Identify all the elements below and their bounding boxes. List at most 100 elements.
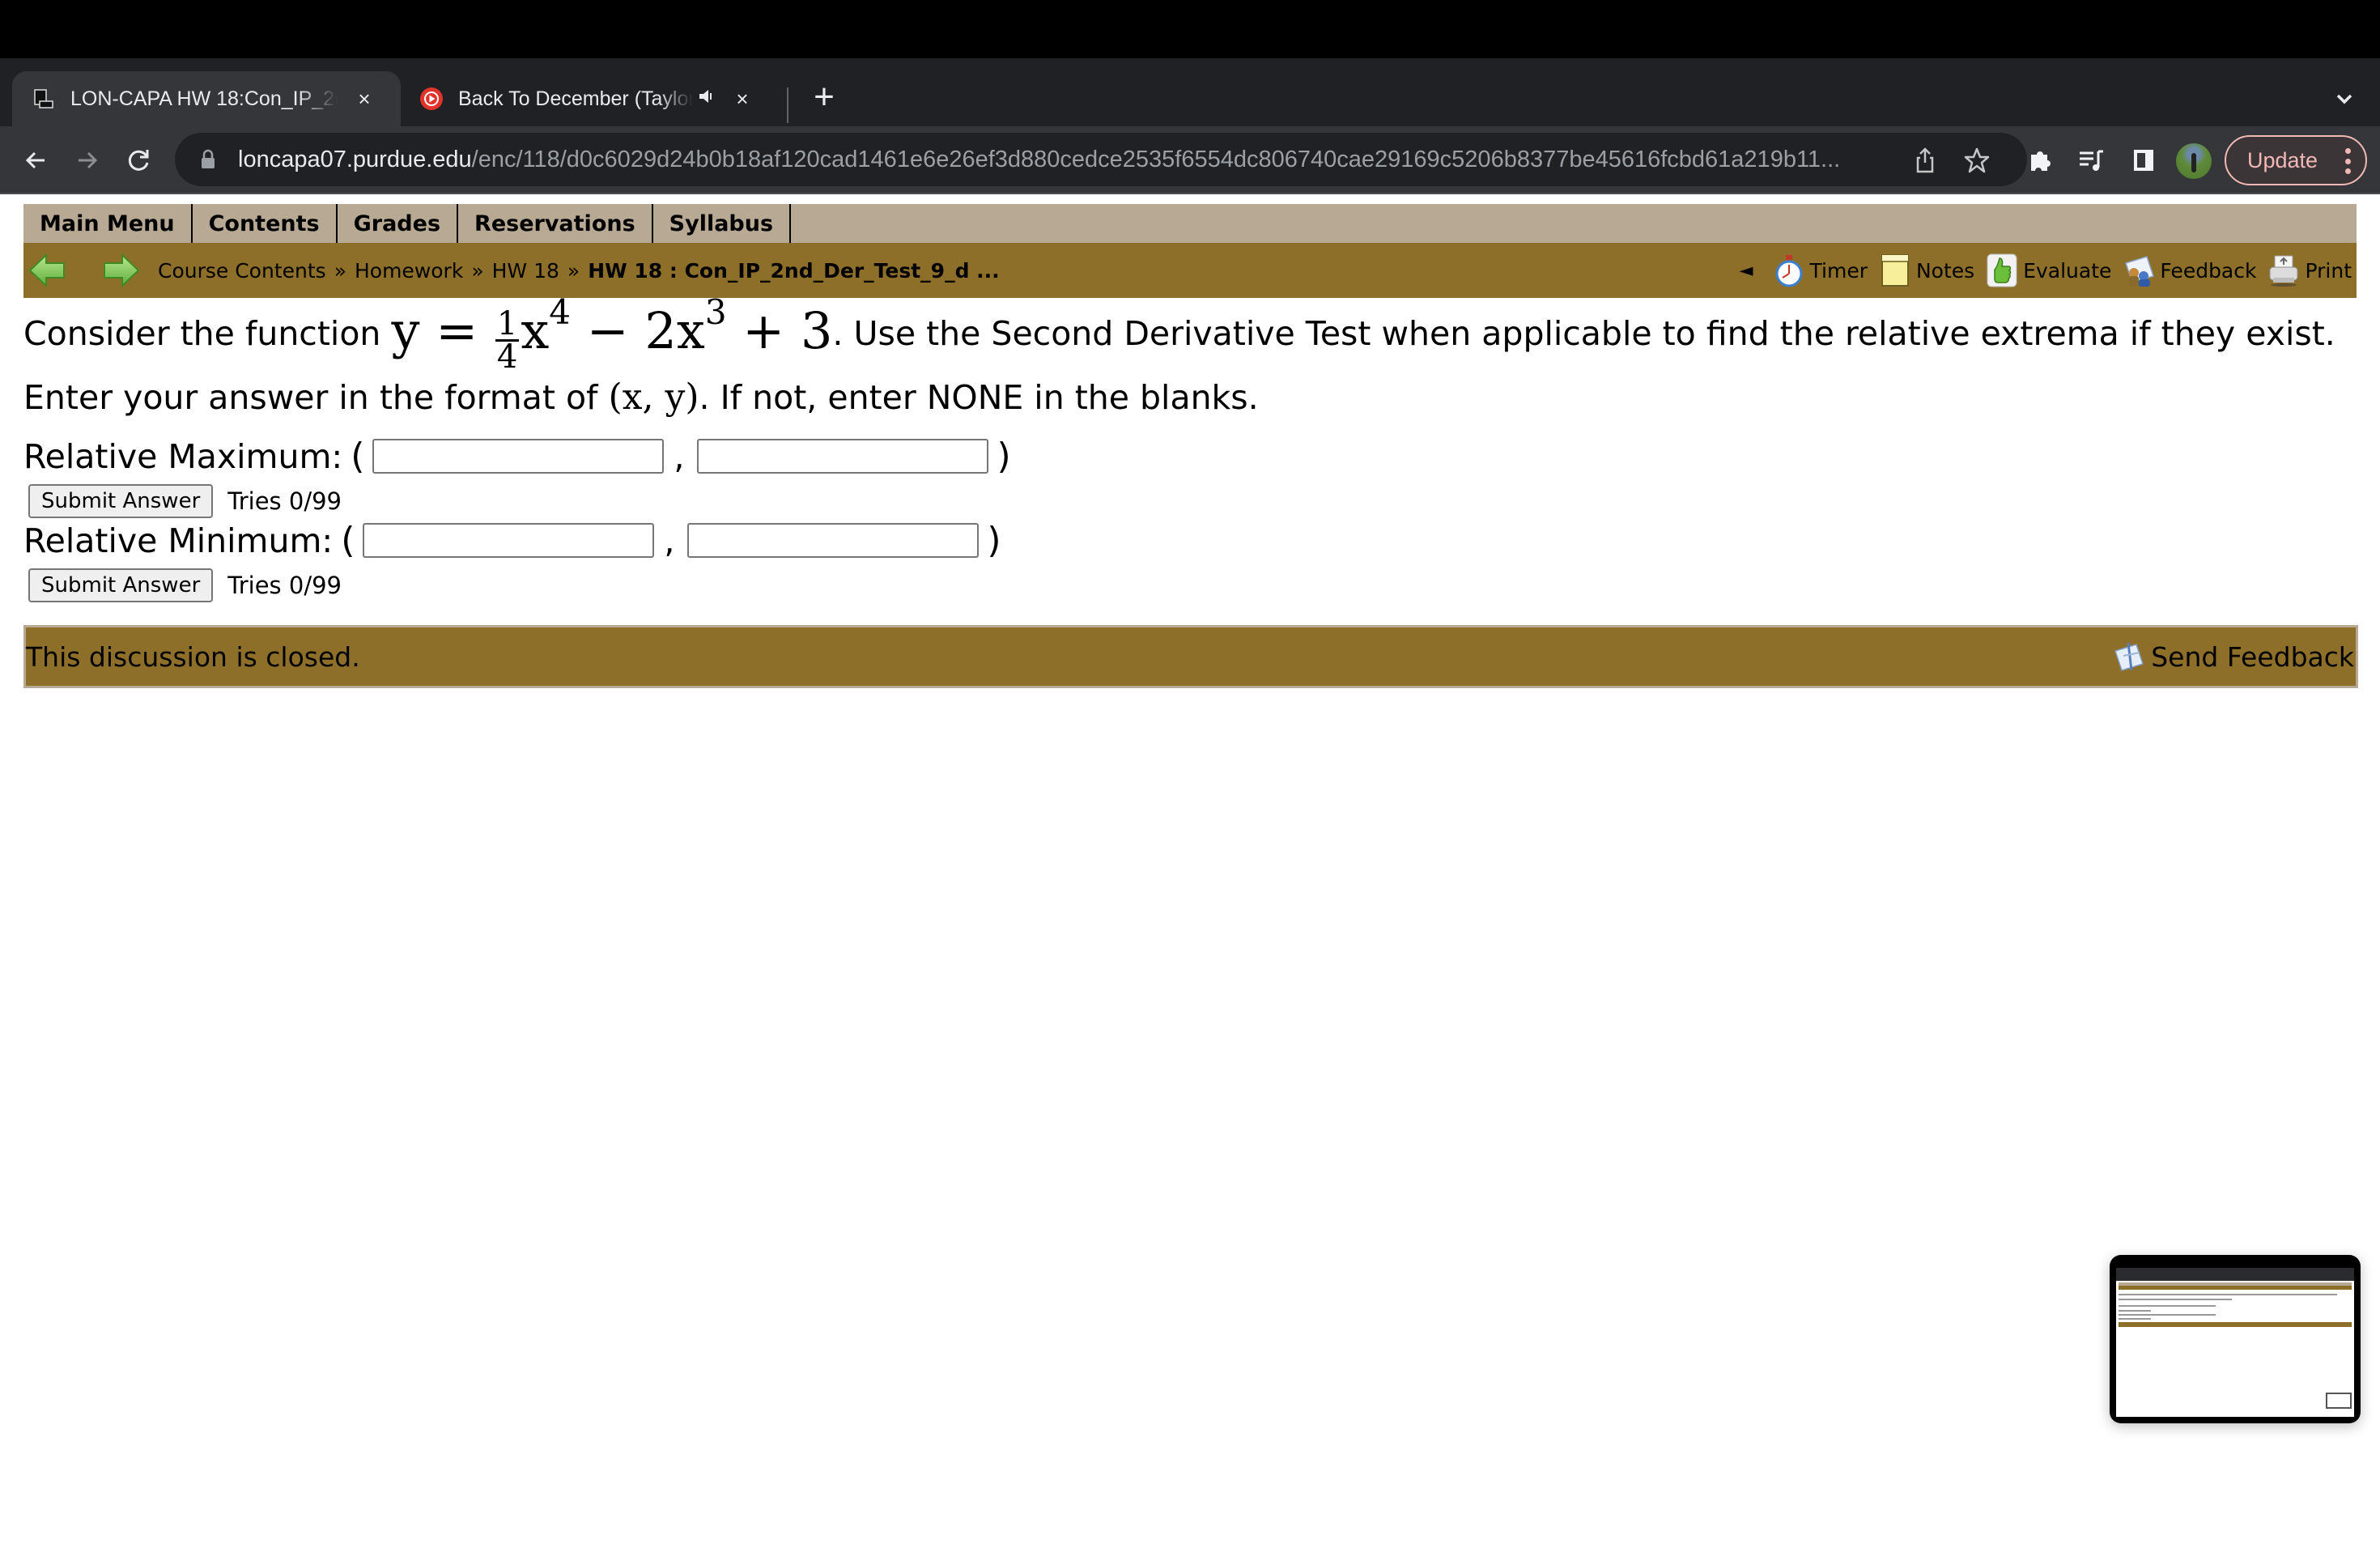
loncapa-icon (32, 87, 56, 111)
tries-count-min: Tries 0/99 (227, 572, 342, 599)
back-button[interactable] (16, 141, 55, 180)
media-controls-icon[interactable] (2074, 141, 2110, 180)
update-button[interactable]: Update (2225, 135, 2367, 185)
send-feedback-link[interactable]: Send Feedback (2112, 640, 2356, 674)
relative-minimum-y-input[interactable] (687, 523, 980, 558)
comma: , (664, 521, 675, 560)
math-exponent: 3 (704, 292, 727, 332)
thumbnail-preview (2116, 1261, 2354, 1417)
screenshot-thumbnail[interactable] (2110, 1255, 2361, 1423)
menu-reservations[interactable]: Reservations (458, 204, 653, 243)
math-equals: = (436, 301, 478, 360)
format-math: (x, y) (608, 376, 699, 418)
more-menu-icon[interactable] (2344, 148, 2351, 174)
url-host: loncapa07.purdue.edu (238, 146, 472, 172)
tab-youtube-music[interactable]: Back To December (Taylor's Version) × (405, 71, 785, 126)
open-paren: ( (351, 436, 365, 477)
thumb-text-line (2119, 1310, 2151, 1312)
tab-separator (787, 87, 788, 123)
extensions-puzzle-icon[interactable] (2022, 141, 2058, 180)
fraction-numerator: 1 (495, 305, 520, 342)
evaluate-link[interactable]: Evaluate (1986, 253, 2111, 288)
bookmark-star-icon[interactable] (1962, 146, 1991, 175)
timer-icon (1773, 253, 1805, 288)
notes-link[interactable]: Notes (1879, 253, 1974, 288)
breadcrumb-current: HW 18 : Con_IP_2nd_Der_Test_9_d ... (588, 258, 1000, 283)
math-term-2x: 2x (644, 301, 705, 360)
breadcrumb-course-contents[interactable]: Course Contents (158, 259, 326, 283)
feedback-icon (2123, 253, 2155, 288)
browser-toolbar: loncapa07.purdue.edu/enc/118/d0c6029d24b… (0, 126, 2380, 194)
previous-page-arrow-icon[interactable] (28, 253, 67, 288)
relative-maximum-label: Relative Maximum: (23, 436, 343, 476)
tab-loncapa[interactable]: LON-CAPA HW 18:Con_IP_2nd_Der_Test_9 × (12, 71, 401, 126)
forward-arrow-icon (79, 151, 98, 169)
chevron-down-icon[interactable] (2328, 83, 2361, 115)
share-icon[interactable] (1910, 146, 1940, 175)
timer-label: Timer (1809, 258, 1868, 283)
new-tab-button[interactable]: + (806, 79, 842, 115)
feedback-link[interactable]: Feedback (2123, 253, 2256, 288)
tries-count-max: Tries 0/99 (227, 487, 342, 515)
notes-icon (1879, 253, 1911, 288)
thumb-top (2116, 1261, 2354, 1268)
math-fraction: 14 (495, 305, 520, 376)
notes-label: Notes (1915, 258, 1975, 283)
reload-button[interactable] (120, 141, 159, 180)
breadcrumb: Course Contents » Homework » HW 18 » HW … (158, 243, 1000, 298)
thumb-nav (2119, 1286, 2352, 1290)
breadcrumb-homework[interactable]: Homework (355, 259, 463, 283)
relative-maximum-x-input[interactable] (372, 439, 665, 474)
thumb-text-line (2119, 1299, 2232, 1300)
timer-link[interactable]: Timer (1773, 253, 1868, 288)
print-link[interactable]: Print (2267, 253, 2352, 288)
macos-menu-area (0, 0, 2380, 58)
submit-answer-button-min[interactable]: Submit Answer (28, 568, 214, 602)
close-tab-icon[interactable]: × (352, 87, 376, 112)
close-paren: ) (987, 520, 1001, 561)
fraction-denominator: 4 (496, 338, 518, 376)
lock-icon[interactable] (196, 147, 220, 172)
youtube-music-icon (419, 87, 444, 111)
relative-maximum-y-input[interactable] (697, 439, 989, 474)
reload-icon (128, 150, 149, 171)
relative-minimum-row: Relative Minimum: ( , ) (23, 520, 1009, 561)
menu-grades[interactable]: Grades (338, 204, 459, 243)
breadcrumb-hw18[interactable]: HW 18 (492, 259, 559, 283)
problem-statement: Consider the function y = 1 4 x4 − 2x3 + 3… (23, 296, 2355, 423)
address-bar[interactable]: loncapa07.purdue.edu/enc/118/d0c6029d24b… (175, 133, 2027, 186)
tool-links: ◄ Timer Notes Evaluate Feedback Print (1740, 243, 2352, 298)
send-feedback-icon (2114, 642, 2144, 671)
math-plus: + (742, 301, 785, 360)
thumb-tabs (2116, 1268, 2354, 1281)
submit-answer-button-max[interactable]: Submit Answer (28, 484, 214, 518)
url-text[interactable]: loncapa07.purdue.edu/enc/118/d0c6029d24b… (238, 147, 1906, 173)
discussion-closed-message: This discussion is closed. (26, 640, 360, 673)
none-instruction: . If not, enter NONE in the blanks. (699, 378, 1259, 417)
menu-syllabus[interactable]: Syllabus (653, 204, 792, 243)
relative-minimum-submit-row: Submit Answer Tries 0/99 (28, 568, 342, 602)
collapse-tools-icon[interactable]: ◄ (1740, 261, 1753, 281)
relative-maximum-row: Relative Maximum: ( , ) (23, 436, 1019, 477)
problem-intro: Consider the function (23, 314, 392, 353)
printer-icon (2267, 253, 2300, 288)
menu-contents[interactable]: Contents (193, 204, 338, 243)
back-arrow-icon (25, 151, 45, 169)
close-tab-icon[interactable]: × (730, 87, 754, 112)
math-minus: − (586, 301, 629, 360)
tab-title: LON-CAPA HW 18:Con_IP_2nd_Der_Test_9 (70, 87, 338, 110)
format-instruction: Enter your answer in the format of (23, 378, 609, 417)
relative-minimum-x-input[interactable] (363, 523, 655, 558)
profile-avatar[interactable] (2176, 143, 2212, 179)
side-panel-icon[interactable] (2126, 141, 2161, 180)
math-term-x: x (521, 301, 550, 360)
breadcrumb-separator: » (334, 258, 346, 283)
next-page-arrow-icon[interactable] (101, 253, 140, 288)
speaker-icon[interactable] (698, 87, 716, 110)
menu-main-menu[interactable]: Main Menu (23, 204, 193, 243)
comma: , (674, 436, 685, 476)
close-paren: ) (997, 436, 1011, 477)
update-label: Update (2247, 147, 2318, 172)
feedback-label: Feedback (2160, 258, 2257, 283)
forward-button[interactable] (68, 141, 107, 180)
